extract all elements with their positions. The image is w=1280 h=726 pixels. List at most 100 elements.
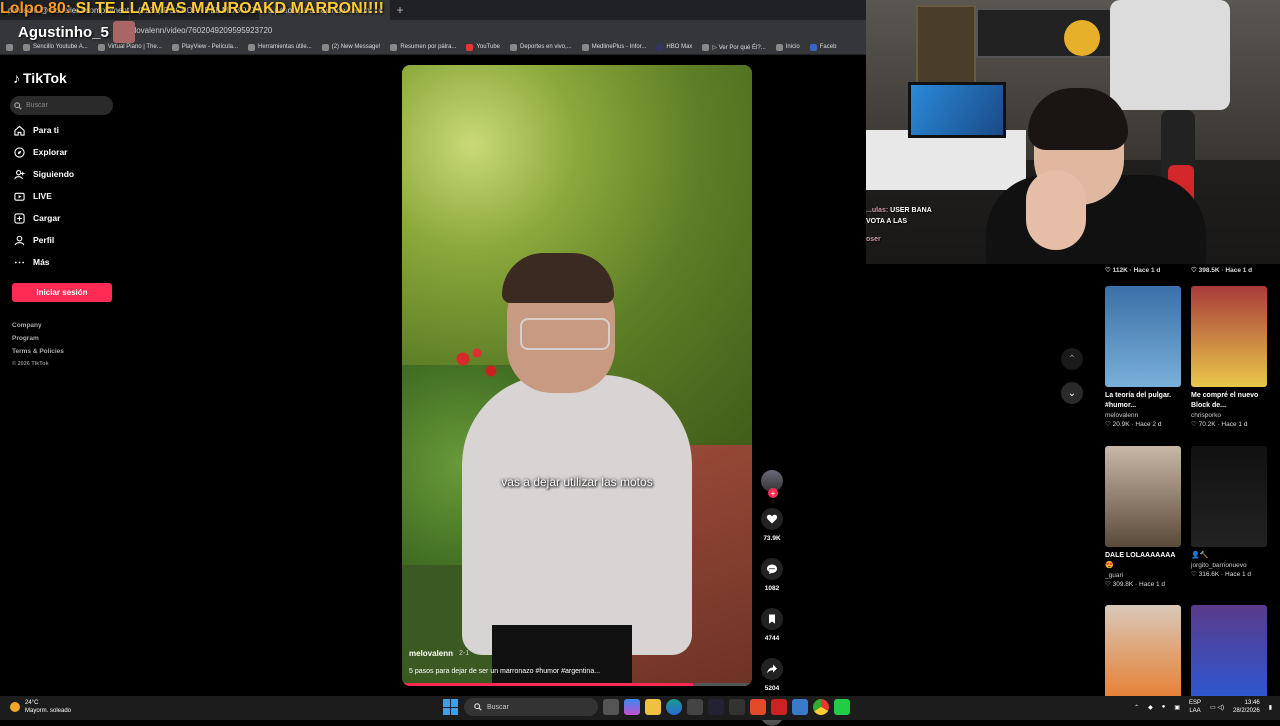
clock[interactable]: 13:46 28/2/2026 xyxy=(1233,699,1260,715)
taskbar-search[interactable]: Buscar xyxy=(464,698,598,716)
creator-avatar[interactable]: + xyxy=(761,470,783,498)
bookmark-item[interactable]: Faceb xyxy=(809,43,836,51)
file-explorer-icon[interactable] xyxy=(645,699,661,715)
follow-plus-icon[interactable]: + xyxy=(768,488,778,498)
video-author[interactable]: melovalenn 2-1 xyxy=(409,649,469,658)
webcam-hat xyxy=(1064,20,1100,56)
bookmark-item[interactable]: YouTube xyxy=(466,43,500,51)
bookmark-item[interactable]: Herramientas útile... xyxy=(248,43,312,51)
footer-link-company[interactable]: Company xyxy=(12,322,64,329)
next-video-button[interactable]: ⌄ xyxy=(1061,382,1083,404)
bookmark-item[interactable]: Virtual Piano | The... xyxy=(97,43,162,51)
tiktok-sidebar: ♪ TikTok Buscar Para ti Explorar Siguiend… xyxy=(0,56,125,696)
related-video-card[interactable]: DALE LOLAAAAAAA😍 _guari ♡ 309.8K · Hace … xyxy=(1105,446,1183,588)
webcam-streamer-hand xyxy=(1026,170,1086,250)
notepad-icon[interactable] xyxy=(792,699,808,715)
heart-icon xyxy=(766,514,778,524)
task-view-icon[interactable] xyxy=(603,699,619,715)
webcam-wall-shirt xyxy=(1110,0,1230,110)
language-indicator[interactable]: ESP LAA xyxy=(1189,699,1201,715)
sidebar-item-perfil[interactable]: Perfil xyxy=(14,234,74,246)
video-person xyxy=(462,375,692,655)
video-progress-bar[interactable] xyxy=(402,683,752,686)
save-count: 4744 xyxy=(764,635,780,642)
windows-start-icon[interactable] xyxy=(443,699,459,715)
sidebar-item-cargar[interactable]: Cargar xyxy=(14,212,74,224)
sidebar-item-mas[interactable]: Más xyxy=(14,256,74,268)
bookmark-item[interactable]: Deportes en vivo,... xyxy=(510,43,572,51)
chevron-up-icon: ⌃ xyxy=(1067,353,1077,365)
more-icon xyxy=(14,261,25,263)
bookmark-item[interactable]: Resumen por pálra... xyxy=(390,43,456,51)
webcam-chat-line: VOTA A LAS xyxy=(866,218,908,225)
video-date: 2-1 xyxy=(459,650,470,657)
related-video-card[interactable]: La teoría del pulgar. #humor... melovale… xyxy=(1105,286,1183,428)
tray-app-icon[interactable]: ◆ xyxy=(1148,704,1153,711)
app-green-icon[interactable] xyxy=(834,699,850,715)
previous-video-button[interactable]: ⌃ xyxy=(1061,348,1083,370)
bookmark-item[interactable]: (2) New Message! xyxy=(321,43,380,51)
tiktok-logo[interactable]: ♪ TikTok xyxy=(13,70,67,86)
bookmarks-menu-icon[interactable] xyxy=(6,43,13,51)
home-icon xyxy=(14,125,25,136)
stream-chat-line: Lolpo 80: SI TE LLAMAS MAUROAKD MARRON!!… xyxy=(0,0,384,17)
video-person-glasses xyxy=(520,318,610,350)
copilot-icon[interactable] xyxy=(624,699,640,715)
related-video-card[interactable] xyxy=(1105,605,1183,706)
video-stats: ♡ 316.6K · Hace 1 d xyxy=(1191,571,1252,578)
app-red-icon[interactable] xyxy=(771,699,787,715)
bookmark-item[interactable]: Sencillo Youtube A... xyxy=(23,43,88,51)
tray-chevron-icon[interactable]: ⌃ xyxy=(1134,704,1139,711)
bookmark-item[interactable]: PlayView - Película... xyxy=(171,43,238,51)
video-player[interactable]: vas a dejar utilizar las motos melovalen… xyxy=(402,65,752,686)
calculator-icon[interactable] xyxy=(687,699,703,715)
windows-taskbar: 24°C Mayorm. soleado Buscar ⌃ ◆ ● ▣ ESP LA… xyxy=(0,696,1280,720)
login-button[interactable]: Iniciar sesión xyxy=(12,283,112,302)
search-input[interactable]: Buscar xyxy=(10,96,113,115)
save-button[interactable] xyxy=(761,608,783,630)
tray-app-icon[interactable]: ▣ xyxy=(1174,704,1180,711)
sidebar-item-siguiendo[interactable]: Siguiendo xyxy=(14,168,74,180)
video-thumbnail xyxy=(1191,605,1267,706)
notifications-icon[interactable]: ▮ xyxy=(1269,704,1272,711)
weather-widget[interactable]: 24°C Mayorm. soleado xyxy=(10,699,71,715)
related-video-card[interactable] xyxy=(1191,605,1269,706)
chrome-icon[interactable] xyxy=(813,699,829,715)
sidebar-item-explorar[interactable]: Explorar xyxy=(14,146,74,158)
share-button[interactable] xyxy=(761,658,783,680)
video-person-pants xyxy=(492,625,632,686)
profile-icon xyxy=(14,235,25,245)
video-description: 5 pasos para dejar de ser un marronazo #… xyxy=(409,668,601,675)
new-tab-button[interactable]: + xyxy=(390,0,410,20)
video-thumbnail xyxy=(1191,286,1267,387)
video-thumbnail xyxy=(1105,286,1181,387)
bookmark-icon xyxy=(769,614,775,624)
chevron-down-icon: ⌄ xyxy=(1067,387,1077,399)
bookmark-item[interactable]: Inicio xyxy=(775,43,800,51)
mic-icon[interactable]: ● xyxy=(1162,704,1166,710)
bookmark-item[interactable]: ▷ Ver Por qué Él?... xyxy=(702,43,766,51)
brave-icon[interactable] xyxy=(750,699,766,715)
sidebar-item-para-ti[interactable]: Para ti xyxy=(14,124,74,136)
related-video-card[interactable]: 👤🔨 jorgito_barrionuevo ♡ 316.6K · Hace 1… xyxy=(1191,446,1269,578)
footer-link-program[interactable]: Program xyxy=(12,335,64,342)
bookmark-item[interactable]: HBO Max xyxy=(656,43,692,51)
network-volume-icon[interactable]: ▭ ◁) xyxy=(1210,704,1224,711)
bookmark-item[interactable]: MedlinePlus - Infor... xyxy=(581,43,646,51)
video-thumbnail xyxy=(1191,446,1267,547)
video-stats: ♡ 20.9K · Hace 2 d xyxy=(1105,421,1162,428)
comment-count: 1082 xyxy=(764,585,780,592)
following-icon xyxy=(14,169,25,179)
webcam-chat-line: ...ulas: USER BANA xyxy=(866,207,932,214)
related-video-card[interactable]: Me compré el nuevo Block de... chrispork… xyxy=(1191,286,1269,428)
search-icon xyxy=(14,101,22,110)
sidebar-item-live[interactable]: LIVE xyxy=(14,190,74,202)
comment-button[interactable] xyxy=(761,558,783,580)
app-mm-icon[interactable] xyxy=(729,699,745,715)
app-fe-icon[interactable] xyxy=(708,699,724,715)
video-thumbnail xyxy=(1105,446,1181,547)
like-button[interactable] xyxy=(761,508,783,530)
footer-link-terms[interactable]: Terms & Policies xyxy=(12,348,64,355)
edge-icon[interactable] xyxy=(666,699,682,715)
streamer-webcam: ...ulas: USER BANA VOTA A LAS oser xyxy=(866,0,1280,264)
